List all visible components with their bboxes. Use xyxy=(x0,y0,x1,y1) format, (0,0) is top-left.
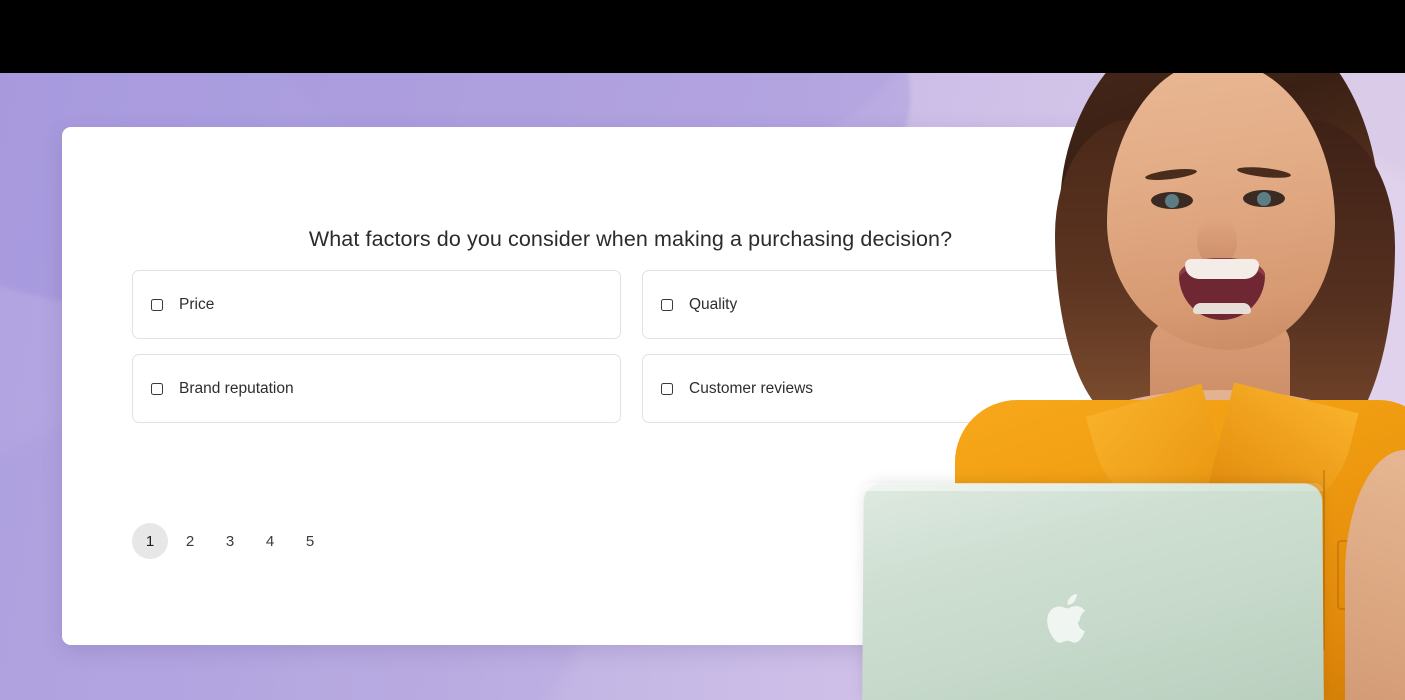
option-card-brand-reputation[interactable]: Brand reputation xyxy=(132,354,621,423)
options-grid: Price Quality Brand reputation Customer … xyxy=(132,270,1274,423)
option-label-customer-reviews: Customer reviews xyxy=(689,379,814,397)
survey-card: What factors do you consider when making… xyxy=(62,127,1341,645)
pagination: 1 2 3 4 5 xyxy=(132,523,328,559)
pagination-page-3[interactable]: 3 xyxy=(212,523,248,559)
pagination-page-2[interactable]: 2 xyxy=(172,523,208,559)
checkbox-icon-customer-reviews[interactable] xyxy=(661,382,673,395)
option-card-price[interactable]: Price xyxy=(132,270,621,339)
pagination-page-1[interactable]: 1 xyxy=(132,523,168,559)
pagination-page-5[interactable]: 5 xyxy=(292,523,328,559)
checkbox-icon-quality[interactable] xyxy=(661,298,673,311)
letterbox-bar-top xyxy=(0,0,1405,73)
option-label-quality: Quality xyxy=(689,295,738,313)
option-card-customer-reviews[interactable]: Customer reviews xyxy=(642,354,1131,423)
option-card-quality[interactable]: Quality xyxy=(642,270,1131,339)
pagination-page-4[interactable]: 4 xyxy=(252,523,288,559)
screenshot-stage: What factors do you consider when making… xyxy=(0,0,1405,700)
option-label-brand-reputation: Brand reputation xyxy=(179,379,294,397)
option-label-price: Price xyxy=(179,295,215,313)
checkbox-icon-price[interactable] xyxy=(151,298,163,311)
checkbox-icon-brand-reputation[interactable] xyxy=(151,382,163,395)
question-title: What factors do you consider when making… xyxy=(308,227,953,251)
